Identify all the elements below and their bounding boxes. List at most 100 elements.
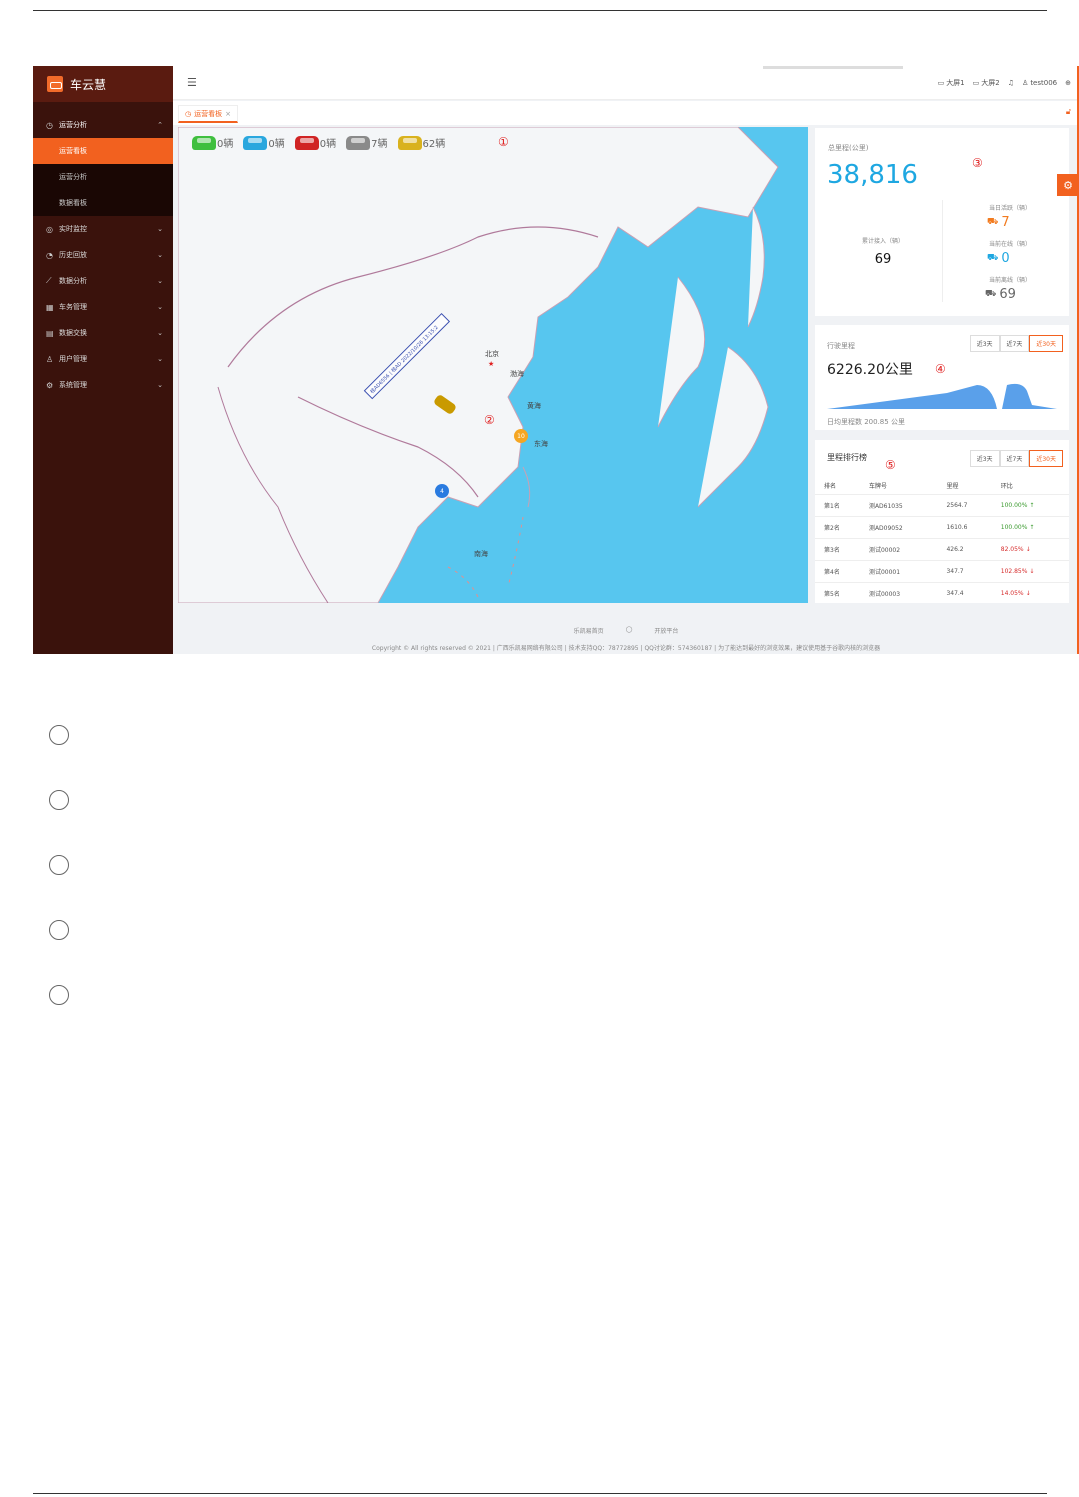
- online-label: 当前在线（辆）: [988, 241, 1031, 248]
- range-30-days-button[interactable]: 近30天: [1029, 335, 1063, 352]
- sidebar-item-monitor[interactable]: ◎ 实时监控 ⌄: [33, 216, 173, 242]
- legend-count: 0辆: [319, 139, 337, 150]
- ratio-cell: 82.05% ↓: [991, 537, 1069, 560]
- sidebar-item-playback[interactable]: ◔ 历史回放 ⌄: [33, 242, 173, 268]
- chevron-down-icon: ⌄: [157, 251, 163, 259]
- arrow-up-icon: ↑: [1029, 501, 1035, 509]
- table-row[interactable]: 第5名 测试00003 347.4 14.05% ↓: [815, 581, 1069, 604]
- mileage-cell: 426.2: [937, 537, 992, 560]
- app-name: 车云慧: [70, 77, 107, 92]
- header-blank-bar: [763, 66, 903, 69]
- sidebar-item-data-analysis[interactable]: ⟋ 数据分析 ⌄: [33, 268, 173, 294]
- footer-open-platform-link[interactable]: 开放平台: [654, 626, 678, 635]
- range-3-days-button[interactable]: 近3天: [969, 450, 1000, 467]
- plate-cell: 测AD09052: [859, 515, 938, 538]
- legend-item-green[interactable]: 0辆: [192, 135, 233, 150]
- column-header: 车牌号: [868, 483, 887, 491]
- cumulative-label: 累计接入（辆）: [861, 238, 904, 245]
- cluster-marker-orange[interactable]: 10: [514, 429, 528, 443]
- close-icon[interactable]: ×: [225, 110, 231, 118]
- annotation-marker-5: ⑤: [885, 458, 896, 472]
- footer-links: 乐凯易首页 ◯ 开放平台: [173, 626, 1079, 635]
- lock-icon[interactable]: 🔓︎: [1066, 107, 1071, 117]
- stats-panel: 总里程(公里) 38,816 ③ 累计接入（辆） 69 当日活跃（辆） ⛟ 7 …: [815, 128, 1069, 316]
- legend-item-yellow[interactable]: 62辆: [397, 135, 446, 150]
- mileage-cell: 347.7: [937, 559, 992, 582]
- divider: [942, 200, 943, 302]
- globe-icon[interactable]: ⊕: [1065, 78, 1071, 88]
- legend-count: 62辆: [422, 139, 446, 150]
- sidebar-subitem-ops-board[interactable]: 运营看板: [33, 138, 173, 164]
- sidebar-item-label: 运营分析: [59, 121, 87, 129]
- map-label-huanghai: 黄海: [527, 402, 541, 410]
- range-7-days-button[interactable]: 近7天: [999, 335, 1030, 352]
- map-label-nanhai: 南海: [474, 550, 488, 558]
- mileage-cell: 1610.6: [937, 515, 992, 538]
- ranking-range-toggle: 近3天 近7天 近30天: [969, 450, 1063, 467]
- dashboard-icon: ◷: [185, 109, 192, 118]
- document-top-rule: [33, 10, 1047, 11]
- mileage-cell: 2564.7: [937, 493, 992, 516]
- plate-cell: 测试00003: [859, 581, 938, 604]
- today-active-stat: ⛟ 7: [987, 215, 1010, 230]
- user-menu[interactable]: ♙ test006: [1022, 78, 1057, 88]
- sidebar-item-users[interactable]: ♙ 用户管理 ⌄: [33, 346, 173, 372]
- legend-count: 7辆: [371, 139, 388, 150]
- range-7-days-button[interactable]: 近7天: [999, 450, 1030, 467]
- table-row[interactable]: 第3名 测试00002 426.2 82.05% ↓: [815, 537, 1069, 560]
- sidebar-item-system[interactable]: ⚙ 系统管理 ⌄: [33, 372, 173, 398]
- table-row[interactable]: 第1名 测AD61035 2564.7 100.00% ↑: [815, 493, 1069, 516]
- car-icon: [243, 135, 268, 150]
- mileage-label: 行驶里程: [827, 342, 855, 350]
- legend-item-gray[interactable]: 7辆: [346, 135, 388, 150]
- legend-item-red[interactable]: 0辆: [294, 135, 337, 150]
- range-3-days-button[interactable]: 近3天: [969, 335, 1000, 352]
- big-screen-2-link[interactable]: ▭ 大屏2: [973, 78, 1000, 88]
- github-icon[interactable]: ◯: [626, 626, 633, 635]
- offline-stat: ⛟ 69: [985, 287, 1016, 302]
- bell-icon[interactable]: ♫: [1008, 78, 1014, 88]
- gear-icon: ⚙: [1063, 178, 1073, 192]
- menu-toggle-icon[interactable]: ☰: [187, 76, 197, 89]
- mileage-cell: 347.4: [937, 581, 992, 604]
- page-footer: 乐凯易首页 ◯ 开放平台 Copyright © All rights rese…: [173, 626, 1079, 652]
- rank-cell: 第2名: [815, 515, 860, 538]
- big-screen-1-link[interactable]: ▭ 大屏1: [938, 78, 965, 88]
- plate-cell: 测试00001: [859, 559, 938, 582]
- chevron-down-icon: ⌄: [157, 329, 163, 337]
- legend-item-blue[interactable]: 0辆: [243, 135, 285, 150]
- car-icon: [397, 135, 422, 150]
- capital-star-icon: ★: [488, 360, 495, 368]
- legend-count: 0辆: [268, 139, 285, 150]
- vehicle-map[interactable]: 0辆 0辆 0辆 7辆 62辆 ① ② 北京 ★ 渤海 黄海 东海 南海 桂AD…: [178, 127, 808, 603]
- settings-gear-button[interactable]: ⚙: [1057, 174, 1079, 196]
- mileage-panel: 行驶里程 近3天 近7天 近30天 6226.20公里 ④ 日均里程数 200.…: [815, 325, 1069, 430]
- map-label-beijing: 北京: [485, 350, 499, 358]
- column-header: 环比: [1000, 483, 1013, 491]
- footer-home-link[interactable]: 乐凯易首页: [574, 626, 604, 635]
- list-bullet-circle: [49, 855, 69, 875]
- clock-icon: ◔: [46, 250, 53, 260]
- car-logo-icon: [47, 76, 63, 92]
- car-icon: ⛟: [987, 253, 999, 263]
- sidebar-subitem-data-board[interactable]: 数据看板: [33, 190, 173, 216]
- sidebar-item-operations[interactable]: ◷ 运营分析 ⌃: [33, 112, 173, 138]
- tab-bar: ◷ 运营看板 × 🔓︎: [173, 101, 1079, 125]
- brand[interactable]: 车云慧: [33, 66, 173, 102]
- range-30-days-button[interactable]: 近30天: [1029, 450, 1063, 467]
- sidebar-subitem-ops-analysis[interactable]: 运营分析: [33, 164, 173, 190]
- sidebar-item-vehicles[interactable]: ▦ 车务管理 ⌄: [33, 294, 173, 320]
- annotation-marker-1: ①: [498, 135, 509, 149]
- rank-cell: 第5名: [815, 581, 860, 604]
- header-actions: ▭ 大屏1 ▭ 大屏2 ♫ ♙ test006 ⊕: [938, 78, 1071, 88]
- table-row[interactable]: 第2名 测AD09052 1610.6 100.00% ↑: [815, 515, 1069, 538]
- daily-average-text: 日均里程数 200.85 公里: [827, 418, 905, 426]
- tab-ops-board[interactable]: ◷ 运营看板 ×: [178, 105, 238, 123]
- ranking-title: 里程排行榜: [827, 453, 867, 462]
- sidebar-item-exchange[interactable]: ▤ 数据交换 ⌄: [33, 320, 173, 346]
- cluster-marker-blue[interactable]: 4: [435, 484, 449, 498]
- offline-value: 69: [999, 287, 1016, 302]
- plate-cell: 测试00002: [859, 537, 938, 560]
- ratio-value: 102.85%: [1000, 567, 1028, 575]
- table-row[interactable]: 第4名 测试00001 347.7 102.85% ↓: [815, 559, 1069, 582]
